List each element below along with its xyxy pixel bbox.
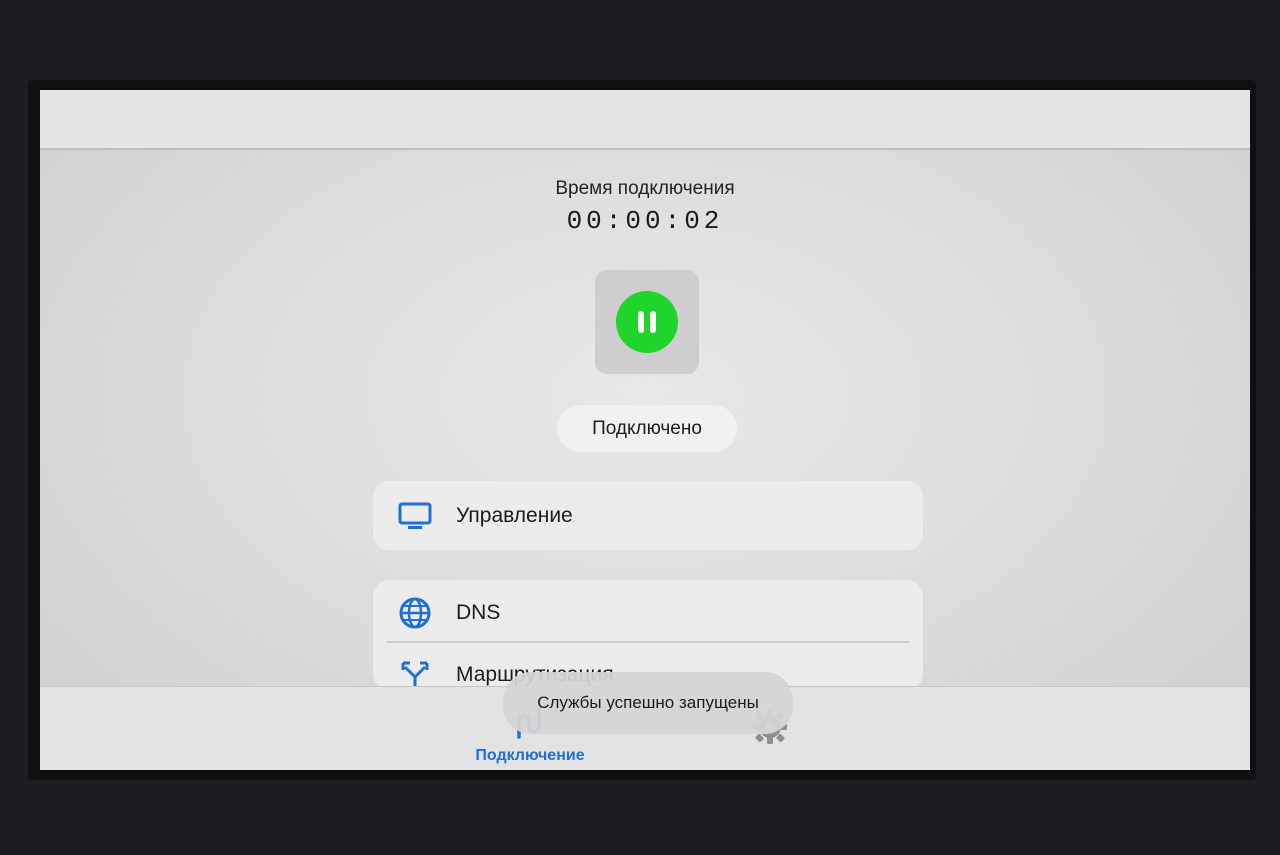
app-screen: Время подключения 00:00:02 Подключено Уп…: [40, 90, 1250, 770]
pause-button[interactable]: [616, 291, 678, 353]
tv-bottom-bezel: [40, 770, 1250, 780]
globe-icon: [397, 595, 433, 631]
menu-item-control[interactable]: Управление: [373, 481, 923, 550]
connect-toggle-tile[interactable]: [595, 270, 699, 374]
toast-notification: Службы успешно запущены: [503, 672, 793, 734]
connection-time-value: 00:00:02: [566, 206, 724, 236]
tv-icon: [397, 498, 433, 534]
menu-row-control[interactable]: Управление: [373, 485, 923, 547]
menu-item-dns[interactable]: DNS: [373, 582, 923, 644]
menu-item-control-label: Управление: [456, 504, 573, 527]
menu-item-dns-label: DNS: [456, 601, 501, 624]
divider: [387, 641, 909, 643]
gear-icon: [750, 710, 790, 751]
tab-connection-label: Подключение: [475, 747, 585, 764]
status-badge: Подключено: [557, 405, 737, 452]
pause-icon-bar: [650, 311, 656, 333]
top-bar: [40, 90, 1250, 150]
connection-time-label: Время подключения: [555, 178, 735, 199]
pause-icon: [638, 311, 644, 333]
